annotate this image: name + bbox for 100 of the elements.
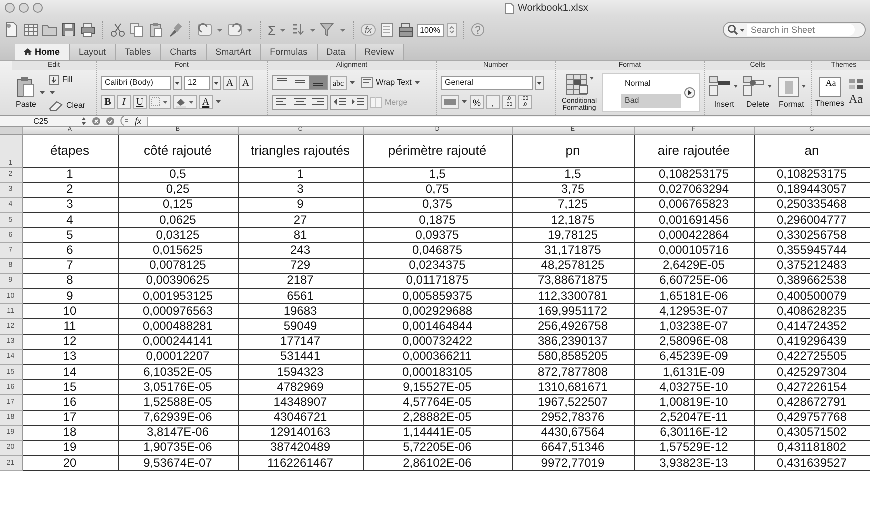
new-document-icon[interactable]	[4, 22, 20, 38]
formula-field[interactable]	[146, 116, 870, 126]
table-cell: 0,000422864	[634, 228, 754, 243]
toolbox-icon[interactable]	[398, 22, 414, 38]
gallery-icon[interactable]	[379, 22, 396, 38]
equals-icon[interactable]	[120, 116, 130, 126]
home-icon	[24, 48, 32, 56]
conditional-formatting-icon	[564, 74, 594, 96]
sum-button[interactable]: Σ	[268, 22, 276, 38]
underline-button[interactable]: U	[133, 95, 147, 109]
align-left-icon[interactable]	[273, 96, 291, 109]
table-cell: 0,75	[363, 182, 512, 198]
brush-icon[interactable]	[167, 22, 183, 38]
table-cell: 0,375212483	[754, 258, 870, 274]
theme-font-button[interactable]: Aa	[849, 92, 863, 106]
italic-button[interactable]: I	[117, 95, 131, 109]
name-box[interactable]: C25	[0, 116, 76, 126]
save-icon[interactable]	[61, 22, 77, 38]
undo-icon[interactable]	[197, 22, 213, 38]
table-cell: 0,408628235	[754, 304, 870, 319]
clear-button[interactable]: Clear	[49, 100, 86, 110]
zoom-icon[interactable]	[33, 3, 43, 13]
table-cell: 16	[22, 394, 118, 410]
ribbon-tab[interactable]: Data	[318, 44, 356, 60]
stepper-icon[interactable]	[81, 116, 87, 126]
wrap-text-button[interactable]: Wrap Text	[361, 77, 412, 88]
table-cell: 387420489	[238, 440, 363, 456]
function-button[interactable]: fx	[361, 24, 376, 36]
confirm-icon[interactable]	[106, 116, 115, 126]
align-bottom-icon[interactable]	[309, 76, 327, 89]
ribbon-tab[interactable]: Tables	[116, 44, 162, 60]
theme-colors-icon[interactable]	[849, 78, 863, 88]
cancel-icon[interactable]	[92, 116, 101, 126]
align-top-icon[interactable]	[273, 76, 291, 89]
fill-color-icon[interactable]	[173, 95, 197, 109]
caret-icon[interactable]	[349, 80, 356, 86]
table-cell: 9	[22, 288, 118, 304]
borders-icon[interactable]	[149, 95, 171, 109]
percent-button[interactable]: %	[470, 95, 484, 109]
table-cell: 73,88671875	[512, 273, 634, 288]
ribbon-tab[interactable]: Home	[15, 44, 70, 60]
cell-style[interactable]: Bad	[621, 94, 681, 108]
number-format-field[interactable]: General	[441, 76, 533, 90]
align-right-icon[interactable]	[309, 96, 327, 109]
dropdown-icon[interactable]	[212, 76, 221, 90]
zoom-field[interactable]: 100%	[417, 24, 444, 36]
minimize-icon[interactable]	[19, 3, 29, 13]
dropdown-icon[interactable]	[535, 76, 544, 90]
table-cell: 729	[238, 258, 363, 274]
table-cell: 0,250335468	[754, 197, 870, 213]
merge-button: Merge	[370, 97, 408, 108]
dropdown-icon[interactable]	[173, 76, 182, 90]
font-size-field[interactable]: 12	[184, 76, 210, 90]
table-cell: 6,10352E-05	[118, 364, 238, 380]
decrease-indent-icon[interactable]	[331, 96, 349, 109]
cells-button[interactable]: Insert	[709, 76, 740, 109]
search-field[interactable]: Search in Sheet	[723, 22, 866, 38]
table-cell: 81	[238, 228, 363, 243]
themes-button[interactable]: Aa Themes	[814, 77, 846, 108]
ribbon-tab[interactable]: Layout	[70, 44, 116, 60]
grid-icon[interactable]	[23, 22, 39, 38]
table-cell: 0,1875	[363, 212, 512, 228]
sort-icon[interactable]	[290, 22, 306, 38]
help-icon[interactable]	[470, 23, 485, 37]
table-cell: 1,00819E-10	[634, 394, 754, 410]
copy-icon[interactable]	[129, 22, 145, 38]
ribbon-tab[interactable]: Review	[356, 44, 404, 60]
cells-button[interactable]: Format	[776, 76, 808, 109]
table-cell: 9,15527E-05	[363, 380, 512, 395]
font-color-button[interactable]: A	[199, 95, 213, 109]
paste-button[interactable]: Paste	[16, 76, 36, 109]
table-cell: 10	[22, 304, 118, 319]
shrink-font-button[interactable]: A	[239, 76, 253, 90]
clipboard-icon[interactable]	[148, 22, 164, 38]
cells-button[interactable]: Delete	[742, 76, 774, 109]
dropdown-icon[interactable]	[215, 99, 222, 105]
table-cell: 1,5	[512, 167, 634, 182]
caret-icon[interactable]	[414, 80, 421, 86]
ribbon-tab[interactable]: Formulas	[261, 44, 318, 60]
caret-icon[interactable]	[461, 99, 468, 105]
scissors-icon[interactable]	[110, 22, 126, 38]
stepper-icon[interactable]	[446, 23, 457, 37]
fill-button[interactable]: Fill	[49, 74, 86, 84]
redo-icon[interactable]	[227, 22, 243, 38]
table-cell: 12,1875	[512, 212, 634, 228]
table-cell: 5,72205E-06	[363, 440, 512, 456]
ribbon-tab[interactable]: SmartArt	[206, 44, 262, 60]
grow-font-button[interactable]: A	[223, 76, 237, 90]
increase-indent-icon[interactable]	[349, 96, 367, 109]
close-icon[interactable]	[5, 3, 15, 13]
comma-button[interactable]: ,	[486, 95, 500, 109]
filter-icon[interactable]	[320, 22, 336, 38]
bold-button[interactable]: B	[101, 95, 115, 109]
next-icon[interactable]	[684, 87, 696, 99]
orientation-button[interactable]: abc	[330, 76, 348, 90]
print-icon[interactable]	[80, 22, 96, 38]
table-cell: 0,5	[118, 167, 238, 182]
font-field[interactable]: Calibri (Body)	[101, 76, 171, 90]
insert-function-button[interactable]: fx	[135, 116, 142, 126]
ribbon-tab[interactable]: Charts	[161, 44, 207, 60]
